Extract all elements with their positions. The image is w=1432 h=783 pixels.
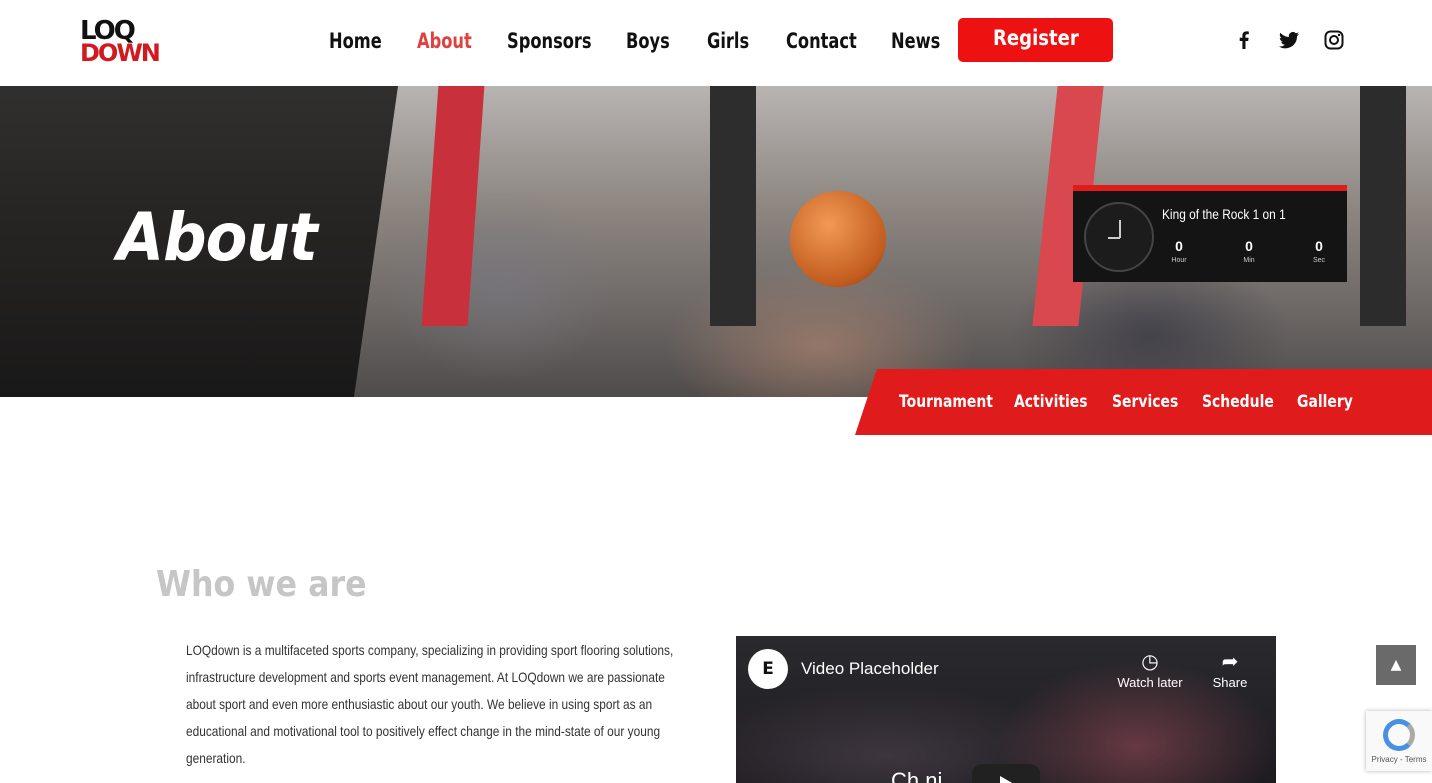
clock-icon <box>1084 202 1154 272</box>
nav-news[interactable]: News <box>891 26 940 56</box>
nav-about[interactable]: About <box>417 26 472 56</box>
subnav-tournament[interactable]: Tournament <box>899 391 993 413</box>
nav-girls[interactable]: Girls <box>707 26 749 56</box>
subnav-services[interactable]: Services <box>1112 391 1178 413</box>
watch-later-label: Watch later <box>1117 675 1183 690</box>
scroll-to-top-button[interactable]: ▲ <box>1376 645 1416 685</box>
subnav-schedule[interactable]: Schedule <box>1202 391 1274 413</box>
hours-value: 0 <box>1175 238 1183 254</box>
hero-photo-flag <box>710 86 756 326</box>
nav-boys[interactable]: Boys <box>626 26 670 56</box>
facebook-icon[interactable] <box>1232 28 1256 52</box>
hero-photo-flag <box>1360 86 1406 326</box>
minutes-value: 0 <box>1245 238 1253 254</box>
watch-later-button[interactable]: ◷ Watch later <box>1115 648 1185 692</box>
instagram-icon[interactable] <box>1322 28 1346 52</box>
hours-label: Hour <box>1171 257 1187 264</box>
recaptcha-links[interactable]: Privacy - Terms <box>1366 755 1432 765</box>
countdown-title: King of the Rock 1 on 1 <box>1162 206 1286 222</box>
register-button[interactable]: Register <box>958 18 1113 62</box>
clock-icon: ◷ <box>1141 649 1159 673</box>
countdown-seconds: 0 Sec <box>1299 237 1339 267</box>
subnav-gallery[interactable]: Gallery <box>1297 391 1353 413</box>
about-paragraph: LOQdown is a multifaceted sports company… <box>186 642 674 766</box>
share-label: Share <box>1212 675 1248 690</box>
nav-contact[interactable]: Contact <box>786 26 857 56</box>
basketball-image <box>790 191 886 287</box>
nav-home[interactable]: Home <box>329 26 382 56</box>
main-nav: Home About Sponsors Boys Girls Contact N… <box>0 26 1432 58</box>
recaptcha-icon <box>1383 719 1415 751</box>
video-overlay-text: Ch ni <box>891 768 943 783</box>
twitter-icon[interactable] <box>1277 28 1301 52</box>
page-title: About <box>117 199 318 276</box>
share-icon: ➦ <box>1221 649 1239 673</box>
section-heading: Who we are <box>156 564 367 605</box>
countdown-widget: King of the Rock 1 on 1 0 Hour 0 Min 0 S… <box>1073 185 1347 282</box>
share-button[interactable]: ➦ Share <box>1195 648 1265 692</box>
section-subnav: Tournament Activities Services Schedule … <box>855 369 1432 435</box>
site-header: LOQ DOWN Home About Sponsors Boys Girls … <box>0 0 1432 86</box>
video-embed[interactable]: E Video Placeholder ◷ Watch later ➦ Shar… <box>736 636 1276 783</box>
subnav-activities[interactable]: Activities <box>1014 391 1088 413</box>
countdown-hours: 0 Hour <box>1159 237 1199 267</box>
play-button[interactable] <box>972 764 1040 783</box>
chevron-up-icon: ▲ <box>1390 657 1402 673</box>
seconds-value: 0 <box>1315 238 1323 254</box>
minutes-label: Min <box>1243 257 1255 264</box>
countdown-minutes: 0 Min <box>1229 237 1269 267</box>
recaptcha-badge[interactable]: Privacy - Terms <box>1366 711 1432 771</box>
register-label: Register <box>992 26 1079 50</box>
channel-logo-icon[interactable]: E <box>748 649 788 689</box>
nav-sponsors[interactable]: Sponsors <box>507 26 592 56</box>
hero-photo-flag <box>421 86 485 326</box>
seconds-label: Sec <box>1312 257 1326 264</box>
video-title[interactable]: Video Placeholder <box>801 658 939 680</box>
